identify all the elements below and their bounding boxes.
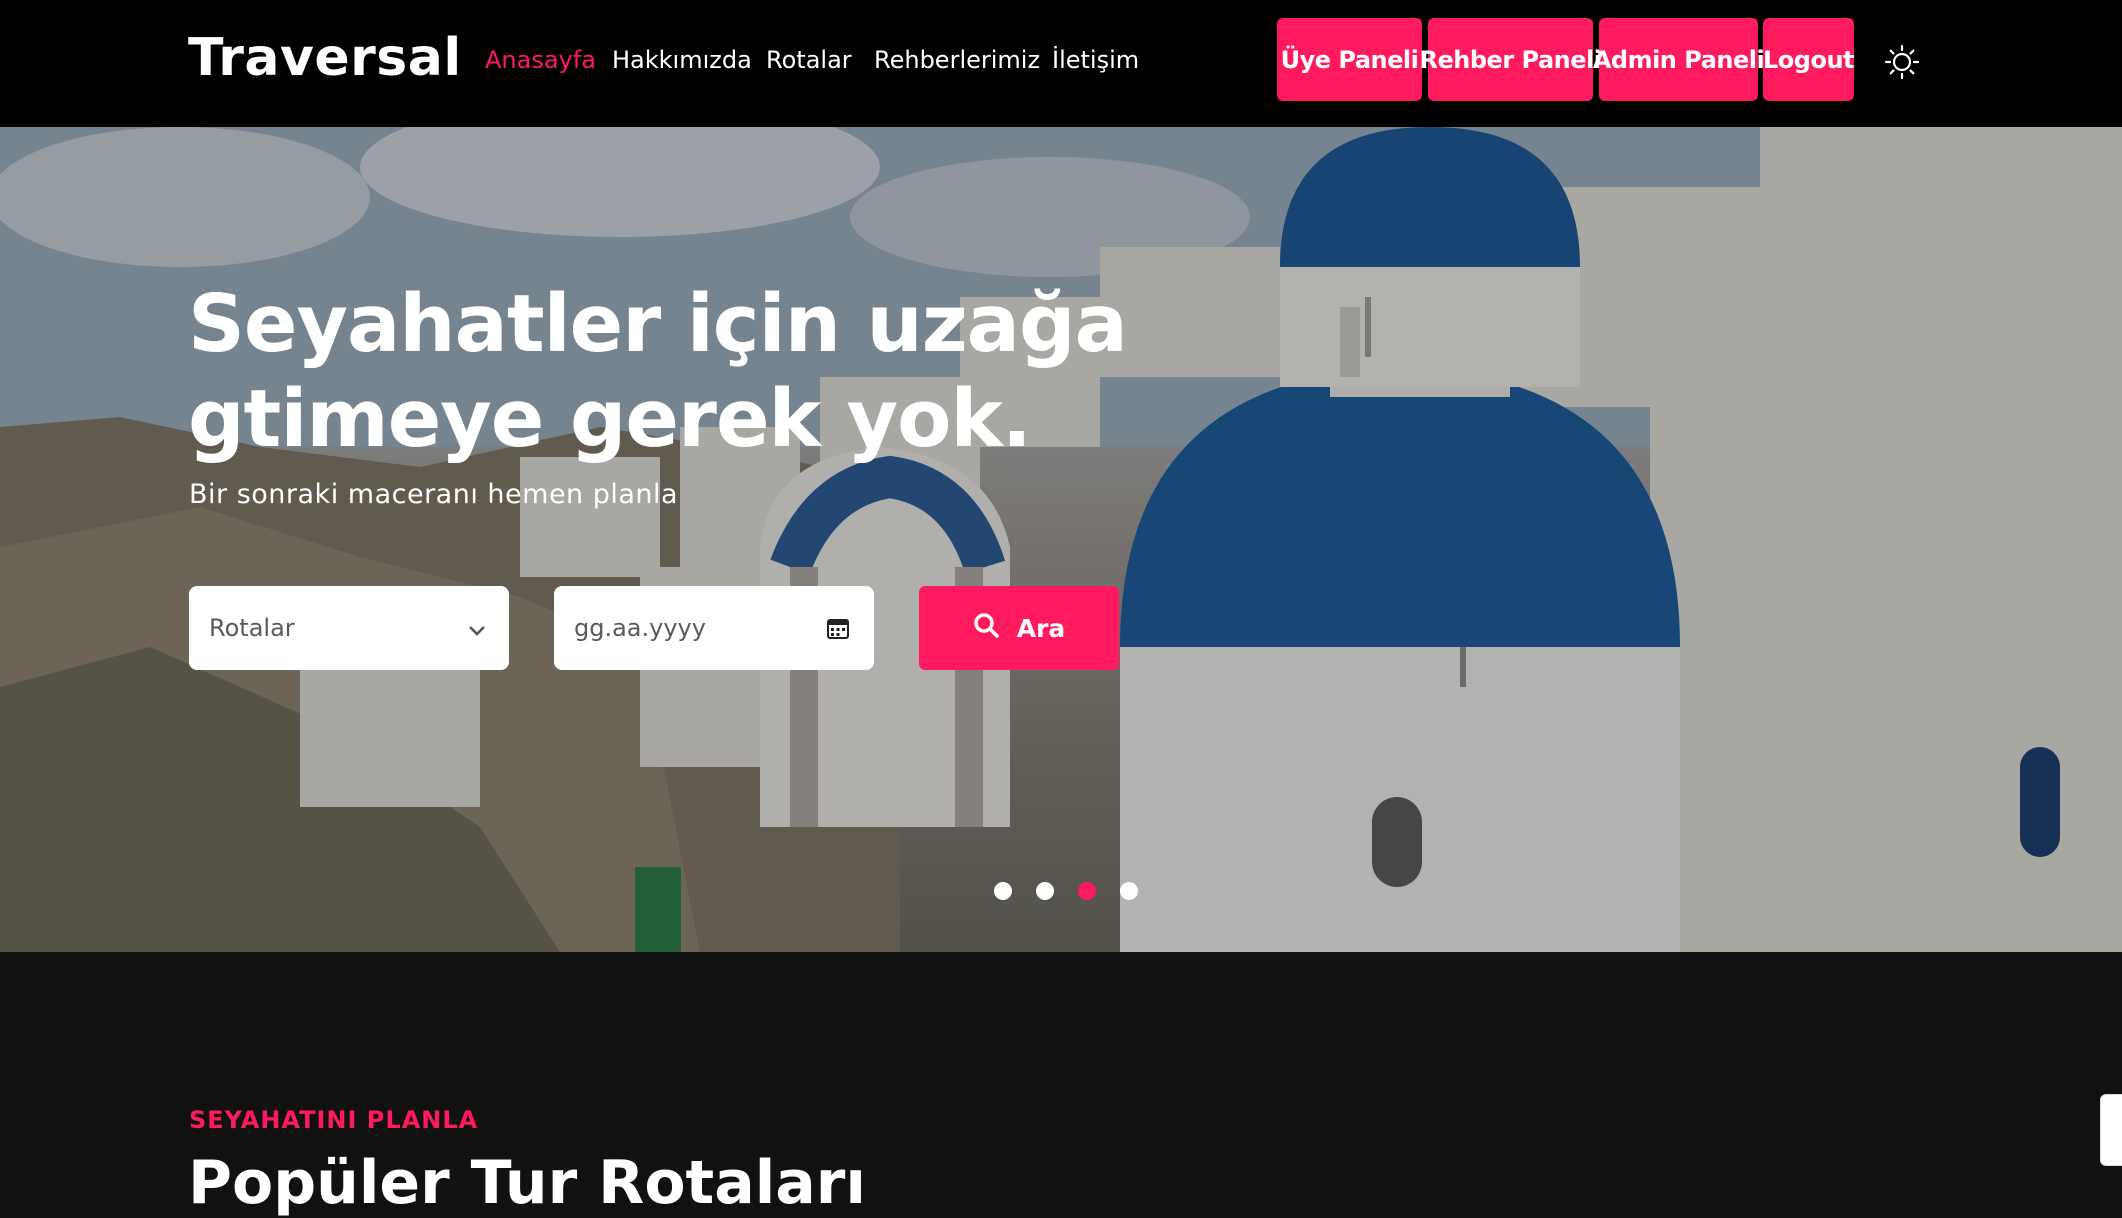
hero-banner: Seyahatler için uzağa gtimeye gerek yok.…: [0, 127, 2122, 952]
search-button-label: Ara: [1016, 613, 1066, 643]
uye-paneli-button[interactable]: Üye Paneli: [1277, 18, 1422, 101]
nav-item-iletisim[interactable]: İletişim: [1052, 46, 1139, 74]
site-header: Traversal Anasayfa Hakkımızda Rotalar Re…: [0, 0, 2122, 127]
carousel-dot-2[interactable]: [1036, 882, 1054, 900]
sun-icon[interactable]: [1884, 44, 1920, 80]
side-feedback-tab[interactable]: [2100, 1094, 2122, 1166]
carousel-dot-4[interactable]: [1120, 882, 1138, 900]
nav-item-anasayfa[interactable]: Anasayfa: [485, 46, 596, 74]
route-select-value: Rotalar: [209, 614, 295, 642]
hero-title: Seyahatler için uzağa gtimeye gerek yok.: [188, 278, 1128, 465]
search-icon: [973, 612, 999, 644]
nav-item-rotalar[interactable]: Rotalar: [766, 46, 852, 74]
date-input-placeholder: gg.aa.yyyy: [574, 614, 706, 642]
admin-paneli-button[interactable]: Admin Paneli: [1593, 18, 1765, 101]
logout-button[interactable]: Logout: [1763, 18, 1855, 101]
santorini-background-image: [0, 127, 2122, 952]
hero-subtitle: Bir sonraki maceranı hemen planla: [189, 479, 679, 510]
section-title: Popüler Tur Rotaları: [188, 1148, 866, 1218]
carousel-dot-1[interactable]: [994, 882, 1012, 900]
carousel-dot-3[interactable]: [1078, 882, 1096, 900]
rehber-paneli-button[interactable]: Rehber Paneli: [1420, 18, 1602, 101]
nav-item-hakkimizda[interactable]: Hakkımızda: [612, 46, 752, 74]
chevron-down-icon: [467, 616, 487, 644]
route-select[interactable]: Rotalar: [189, 586, 509, 670]
site-logo[interactable]: Traversal: [188, 28, 462, 88]
calendar-icon[interactable]: [826, 616, 850, 646]
search-button[interactable]: Ara: [919, 586, 1119, 670]
date-input[interactable]: gg.aa.yyyy: [554, 586, 874, 670]
nav-item-rehberlerimiz[interactable]: Rehberlerimiz: [874, 46, 1040, 74]
section-kicker: SEYAHATINI PLANLA: [189, 1106, 479, 1134]
